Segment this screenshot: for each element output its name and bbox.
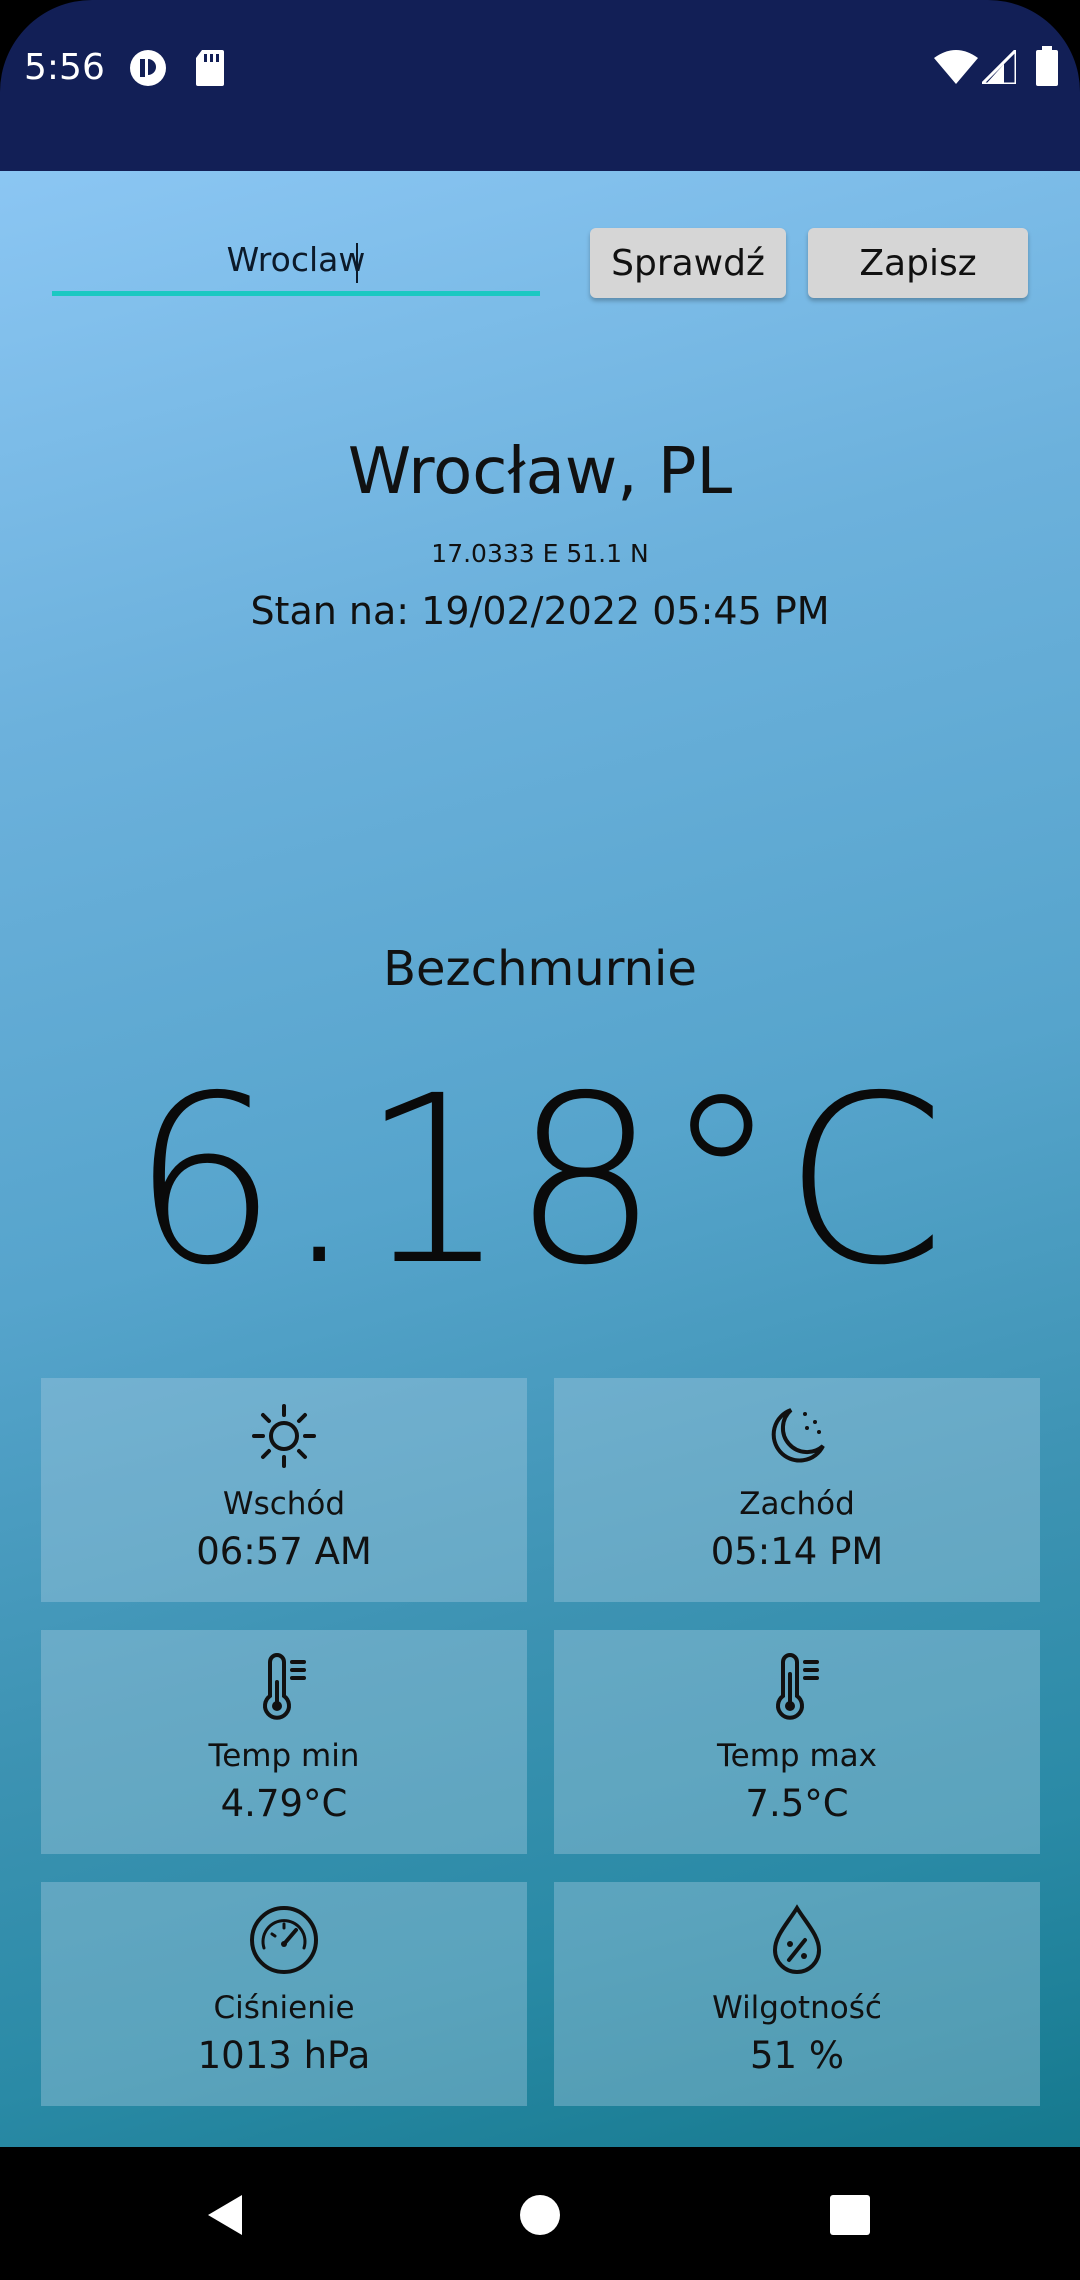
status-time: 5:56 — [24, 47, 105, 88]
temp-max-tile: Temp max 7.5°C — [554, 1630, 1040, 1854]
humidity-tile: Wilgotność 51 % — [554, 1882, 1040, 2106]
sunrise-tile: Wschód 06:57 AM — [41, 1378, 527, 1602]
pressure-label: Ciśnienie — [213, 1990, 355, 2026]
sunrise-icon — [41, 1400, 527, 1472]
cell-signal-icon — [978, 46, 1018, 88]
updated-timestamp: Stan na: 19/02/2022 05:45 PM — [250, 589, 830, 633]
city-search-input[interactable] — [52, 227, 540, 296]
sunrise-value: 06:57 AM — [196, 1530, 372, 1573]
phone-screen: 5:56 Wroclaw Sprawdź Zapisz Wrocław, PL … — [0, 0, 1080, 2280]
humidity-value: 51 % — [750, 2034, 844, 2077]
wifi-icon — [934, 50, 978, 88]
weather-content: Sprawdź Zapisz Wrocław, PL 17.0333 E 51.… — [0, 171, 1080, 2147]
temp-min-value: 4.79°C — [220, 1782, 348, 1825]
recents-icon[interactable] — [810, 2175, 890, 2255]
coordinates-text: 17.0333 E 51.1 N — [431, 539, 649, 568]
city-title: Wrocław, PL — [347, 435, 733, 509]
text-caret — [356, 243, 358, 283]
thermometer-icon — [41, 1652, 527, 1724]
humidity-drop-icon — [554, 1904, 1040, 1976]
check-weather-button[interactable]: Sprawdź — [590, 228, 786, 298]
temp-max-value: 7.5°C — [745, 1782, 849, 1825]
sunset-value: 05:14 PM — [710, 1530, 884, 1573]
app-notification-icon — [128, 48, 168, 92]
thermometer-icon — [554, 1652, 1040, 1724]
status-bar: 5:56 — [0, 0, 1080, 171]
temp-max-label: Temp max — [716, 1738, 877, 1774]
pressure-gauge-icon — [41, 1904, 527, 1976]
pressure-tile: Ciśnienie 1013 hPa — [41, 1882, 527, 2106]
sunset-label: Zachód — [739, 1486, 855, 1522]
home-icon[interactable] — [500, 2175, 580, 2255]
save-city-button[interactable]: Zapisz — [808, 228, 1028, 298]
pressure-value: 1013 hPa — [197, 2034, 371, 2077]
navigation-bar — [0, 2147, 1080, 2280]
sunrise-label: Wschód — [222, 1486, 346, 1522]
temp-min-tile: Temp min 4.79°C — [41, 1630, 527, 1854]
humidity-label: Wilgotność — [712, 1990, 882, 2026]
weather-description: Bezchmurnie — [383, 941, 697, 997]
sunset-tile: Zachód 05:14 PM — [554, 1378, 1040, 1602]
sunset-moon-icon — [554, 1400, 1040, 1472]
temp-min-label: Temp min — [208, 1738, 360, 1774]
sd-card-icon — [194, 48, 226, 92]
battery-icon — [1036, 46, 1058, 90]
temperature-value: 6.18°C — [130, 1046, 950, 1316]
back-icon[interactable] — [186, 2175, 266, 2255]
